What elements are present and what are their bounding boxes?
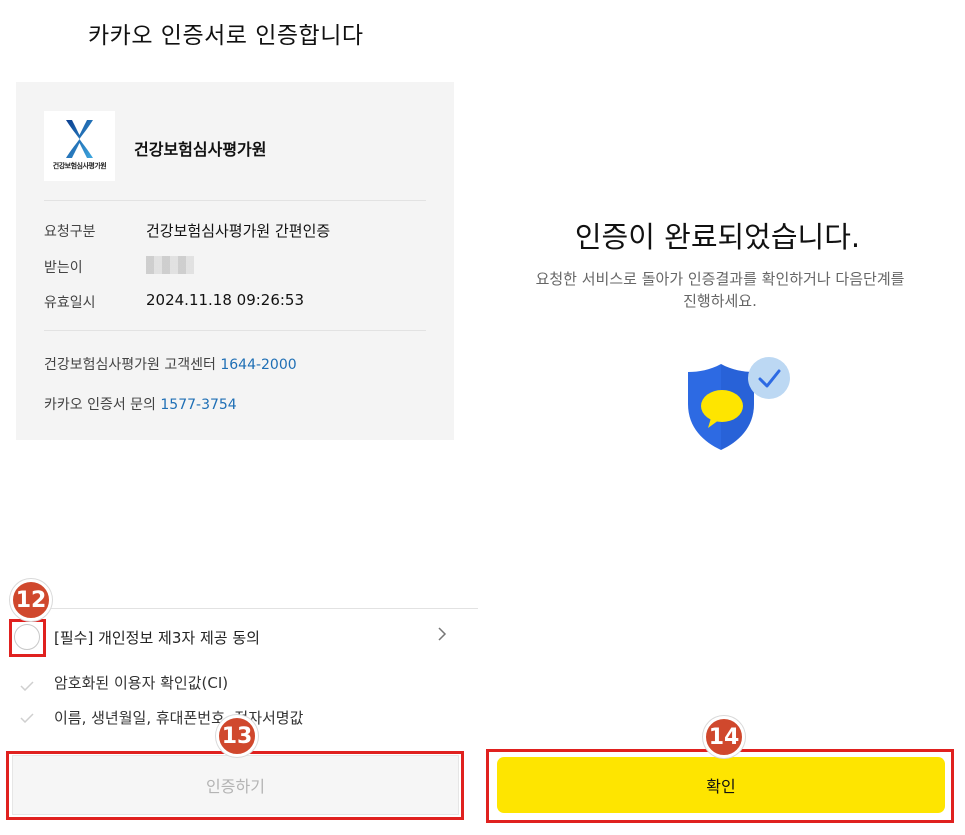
consent-item: 이름, 생년월일, 휴대폰번호, 전자서명값	[54, 709, 304, 727]
hira-logo-icon	[66, 120, 93, 158]
org-contact-number[interactable]: 1644-2000	[220, 357, 296, 373]
verified-shield-icon	[688, 357, 790, 450]
recipient-label: 받는이	[44, 260, 83, 276]
org-contact: 건강보험심사평가원 고객센터 1644-2000	[44, 354, 297, 374]
page-title: 카카오 인증서로 인증합니다	[88, 23, 364, 49]
completion-description: 요청한 서비스로 돌아가 인증결과를 확인하거나 다음단계를 진행하세요.	[520, 268, 920, 312]
check-icon	[20, 713, 34, 723]
valid-until-value: 2024.11.18 09:26:53	[146, 291, 305, 309]
org-name: 건강보험심사평가원	[134, 140, 267, 159]
annotation-box-confirm	[486, 749, 954, 823]
completion-description-line: 진행하세요.	[683, 292, 757, 310]
kakao-contact-label: 카카오 인증서 문의	[44, 397, 161, 413]
consent-item: 암호화된 이용자 확인값(CI)	[54, 674, 229, 692]
org-logo: 건강보험심사평가원	[44, 111, 115, 181]
recipient-value-blurred	[146, 256, 194, 274]
annotation-box-authenticate	[6, 751, 464, 820]
check-icon	[20, 681, 34, 691]
annotation-box-consent	[9, 619, 46, 657]
divider	[44, 200, 426, 201]
logo-text: 건강보험심사평가원	[52, 162, 107, 170]
consent-label[interactable]: [필수] 개인정보 제3자 제공 동의	[54, 627, 260, 648]
request-type-value: 건강보험심사평가원 간편인증	[146, 222, 331, 240]
completion-description-line: 요청한 서비스로 돌아가 인증결과를 확인하거나 다음단계를	[535, 270, 905, 288]
divider	[44, 330, 426, 331]
kakao-contact: 카카오 인증서 문의 1577-3754	[44, 394, 237, 414]
valid-until-label: 유효일시	[44, 295, 96, 311]
step-badge: 14	[703, 716, 745, 758]
request-type-label: 요청구분	[44, 224, 96, 240]
org-contact-label: 건강보험심사평가원 고객센터	[44, 357, 221, 373]
kakao-contact-number[interactable]: 1577-3754	[160, 397, 236, 413]
divider	[16, 608, 478, 609]
chevron-right-icon[interactable]	[437, 627, 447, 641]
completion-title: 인증이 완료되었습니다.	[574, 220, 861, 254]
step-badge: 12	[10, 579, 52, 621]
step-badge: 13	[216, 715, 258, 757]
